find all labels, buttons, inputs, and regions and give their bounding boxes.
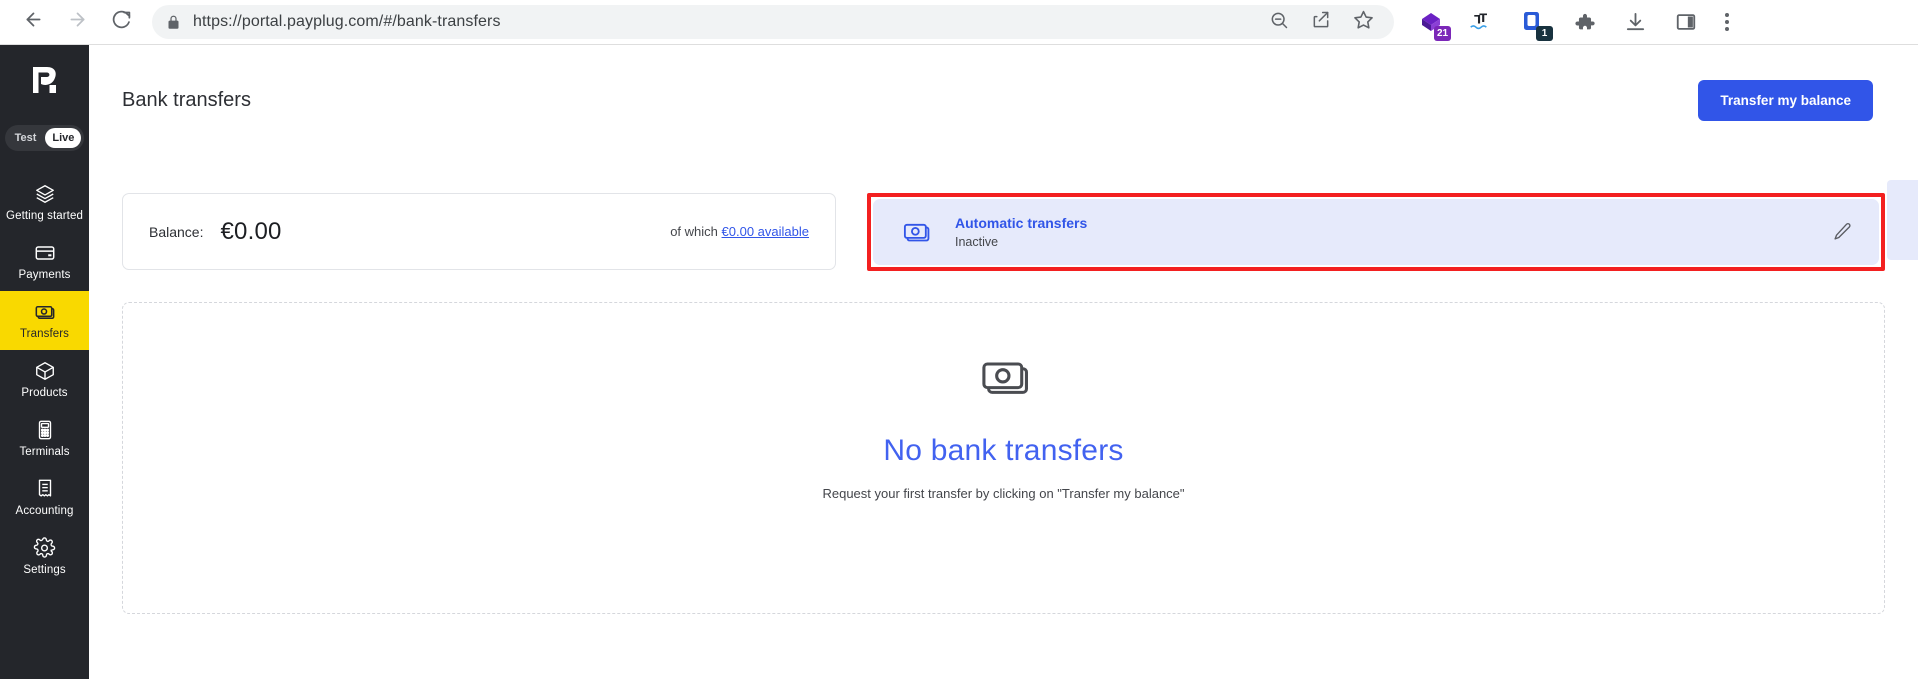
transfer-my-balance-button[interactable]: Transfer my balance	[1698, 79, 1873, 121]
automatic-transfers-highlight: Automatic transfers Inactive	[867, 193, 1885, 271]
languagetool-extension-icon[interactable]: L T	[1469, 9, 1495, 35]
balance-label: Balance:	[149, 223, 204, 240]
transfers-empty-state: No bank transfers Request your first tra…	[122, 302, 1885, 614]
browser-nav-buttons	[14, 3, 140, 41]
sidebar-item-label: Payments	[18, 269, 71, 281]
omnibox-actions	[1269, 9, 1380, 35]
status-badge: Inactive	[955, 235, 999, 249]
puzzle-extensions-icon[interactable]	[1571, 9, 1597, 35]
side-panel-icon[interactable]	[1673, 9, 1699, 35]
sidebar-item-payments[interactable]: Payments	[0, 232, 89, 291]
page-header: Bank transfers Transfer my balance	[89, 45, 1918, 125]
sidebar-item-label: Settings	[23, 564, 66, 576]
side-help-panel[interactable]	[1887, 180, 1918, 260]
download-icon[interactable]	[1622, 9, 1648, 35]
sidebar-item-accounting[interactable]: Accounting	[0, 468, 89, 527]
extension-badge: 1	[1536, 26, 1553, 41]
zoom-out-icon[interactable]	[1269, 10, 1289, 35]
main-content: Bank transfers Transfer my balance Balan…	[89, 45, 1918, 679]
purple-diamond-extension-icon[interactable]: 21	[1418, 9, 1451, 41]
sidebar-item-label: Getting started	[6, 210, 83, 222]
sidebar-item-products[interactable]: Products	[0, 350, 89, 409]
pencil-icon[interactable]	[1831, 221, 1853, 243]
page-title: Bank transfers	[122, 88, 251, 111]
sidebar-item-label: Transfers	[19, 328, 70, 340]
banknotes-icon	[32, 301, 57, 323]
share-icon[interactable]	[1311, 10, 1331, 35]
sidebar-item-label: Accounting	[15, 505, 74, 517]
sidebar-item-settings[interactable]: Settings	[0, 527, 89, 586]
sidebar-item-label: Products	[21, 387, 68, 399]
browser-toolbar: https://portal.payplug.com/#/bank-transf…	[0, 0, 1918, 45]
balance-card: Balance: €0.00 of which €0.00 available	[122, 193, 836, 270]
reload-button[interactable]	[102, 3, 140, 41]
empty-state-subtitle: Request your first transfer by clicking …	[822, 486, 1185, 501]
payplug-logo[interactable]	[23, 61, 67, 101]
sidebar-item-label: Terminals	[19, 446, 70, 458]
credit-card-icon	[33, 242, 57, 264]
forward-arrow-icon	[67, 9, 88, 35]
reload-icon	[111, 9, 132, 35]
url-text: https://portal.payplug.com/#/bank-transf…	[193, 13, 501, 30]
back-button[interactable]	[14, 3, 52, 41]
notes-extension-icon[interactable]: 1	[1520, 9, 1553, 41]
mode-toggle-test[interactable]: Test	[8, 128, 44, 148]
address-bar[interactable]: https://portal.payplug.com/#/bank-transf…	[152, 5, 1394, 39]
automatic-transfers-card[interactable]: Automatic transfers Inactive	[873, 199, 1879, 265]
payment-terminal-icon	[34, 419, 56, 441]
mode-toggle[interactable]: Test Live	[4, 125, 85, 151]
box-icon	[33, 360, 57, 382]
sidebar-item-terminals[interactable]: Terminals	[0, 409, 89, 468]
star-icon[interactable]	[1353, 9, 1374, 35]
extension-badge: 21	[1434, 26, 1451, 41]
available-balance-link[interactable]: €0.00 available	[722, 224, 809, 239]
automatic-transfers-text: Automatic transfers Inactive	[955, 215, 1087, 249]
sidebar-item-transfers[interactable]: Transfers	[0, 291, 89, 350]
back-arrow-icon	[23, 9, 44, 35]
receipt-icon	[34, 478, 56, 500]
mode-toggle-live[interactable]: Live	[45, 128, 82, 148]
layers-icon	[33, 183, 57, 205]
three-dot-menu-icon[interactable]	[1725, 13, 1729, 31]
sidebar-item-getting-started[interactable]: Getting started	[0, 173, 89, 232]
forward-button[interactable]	[58, 3, 96, 41]
svg-text:T: T	[1479, 12, 1487, 25]
app-root: Test Live Getting started Payments Trans…	[0, 45, 1918, 679]
available-prefix: of which	[670, 224, 718, 239]
banknotes-icon	[973, 351, 1035, 408]
available-balance: of which €0.00 available	[670, 224, 809, 239]
gear-icon	[33, 537, 56, 559]
balance-value: €0.00	[220, 217, 282, 245]
extensions-area: 21 L T 1	[1418, 9, 1699, 41]
banknotes-icon	[899, 217, 933, 247]
lock-icon	[166, 15, 181, 30]
empty-state-title: No bank transfers	[883, 434, 1124, 467]
summary-cards-row: Balance: €0.00 of which €0.00 available	[89, 125, 1918, 271]
automatic-transfers-title: Automatic transfers	[955, 215, 1088, 231]
sidebar: Test Live Getting started Payments Trans…	[0, 45, 89, 679]
